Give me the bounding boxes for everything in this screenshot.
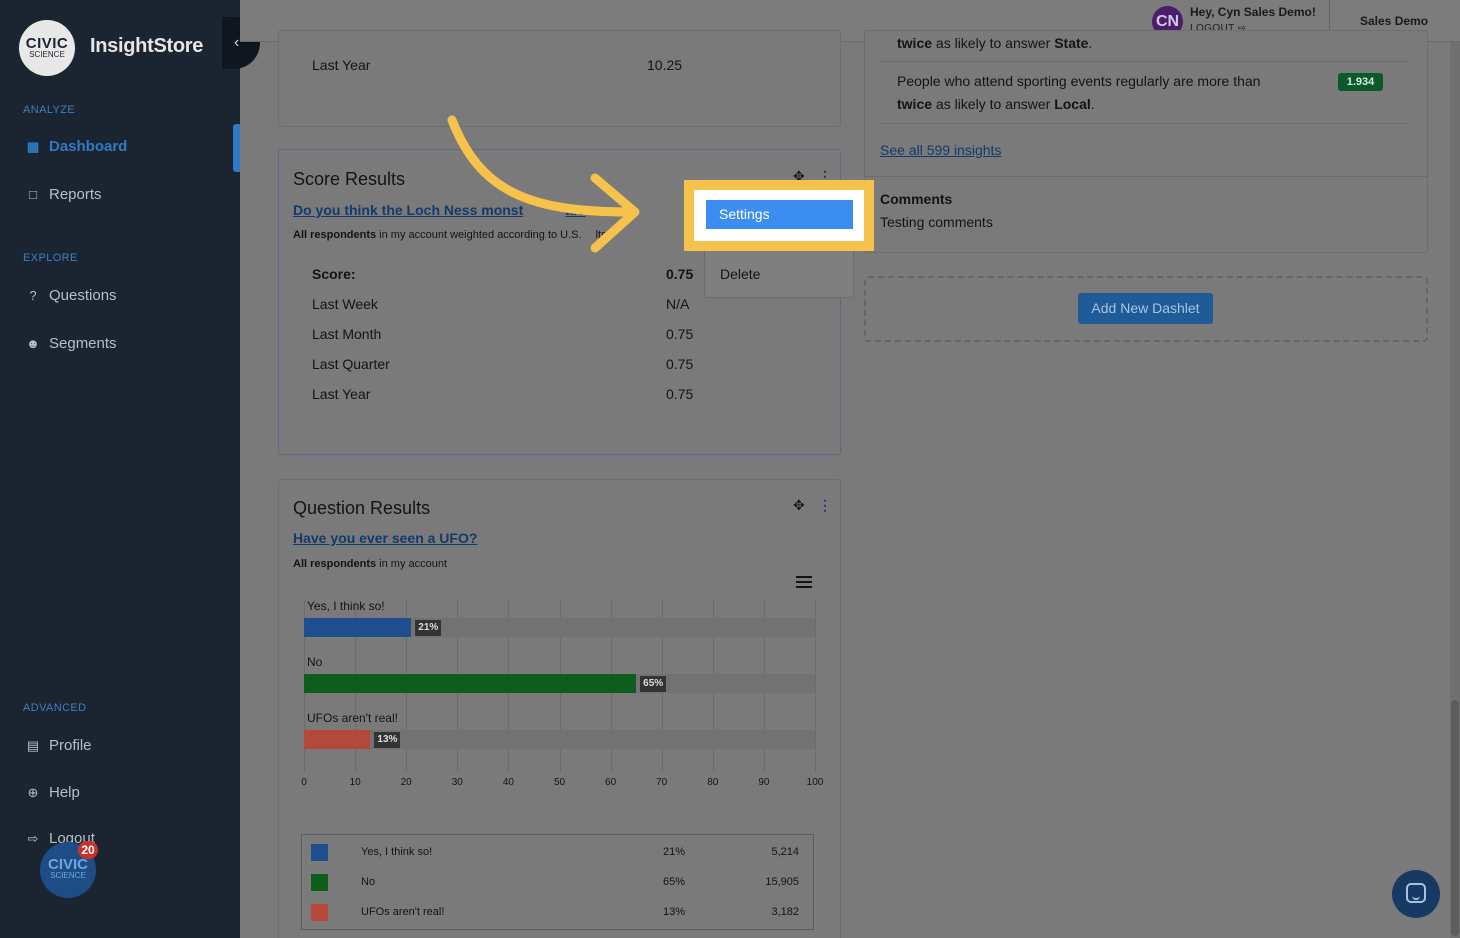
- sidebar-item-profile[interactable]: ▤ Profile: [25, 737, 92, 754]
- move-icon[interactable]: ✥: [793, 497, 805, 514]
- bar-category-label: UFOs aren't real!: [307, 711, 398, 725]
- table-row: No 65% 15,905: [302, 866, 813, 896]
- score-label: Score:: [312, 266, 356, 282]
- divider: [880, 61, 1410, 62]
- row-value: 10.25: [647, 57, 683, 73]
- x-tick-label: 0: [301, 777, 307, 788]
- menu-item-delete[interactable]: Delete: [720, 266, 760, 282]
- row-value: N/A: [666, 296, 690, 312]
- color-swatch: [311, 844, 328, 861]
- section-label-advanced: ADVANCED: [23, 702, 87, 714]
- x-tick-label: 10: [349, 777, 361, 788]
- respondents-note: All respondents in my account: [293, 558, 448, 570]
- color-swatch: [311, 904, 328, 921]
- row-value: 0.75: [666, 326, 694, 342]
- x-tick-label: 40: [502, 777, 514, 788]
- answer-count: 15,905: [765, 876, 799, 888]
- more-options-icon[interactable]: ⋮: [818, 497, 832, 514]
- x-tick-label: 90: [758, 777, 770, 788]
- table-row: UFOs aren't real! 13% 3,182: [302, 896, 813, 926]
- answer-label: Yes, I think so!: [361, 846, 433, 858]
- bar[interactable]: [304, 674, 637, 693]
- tutorial-arrow-icon: [447, 115, 640, 253]
- civic-science-logo[interactable]: CIVIC SCIENCE: [19, 20, 75, 76]
- brand-name: InsightStore: [90, 35, 204, 57]
- answer-count: 3,182: [771, 906, 799, 918]
- bar-category-label: Yes, I think so!: [307, 599, 385, 613]
- answer-label: No: [361, 876, 376, 888]
- bar-category-label: No: [307, 655, 323, 669]
- answer-percent: 13%: [663, 906, 686, 918]
- greeting: Hey, Cyn Sales Demo!: [1190, 5, 1316, 19]
- x-tick-label: 70: [656, 777, 668, 788]
- row-label: Last Year: [312, 386, 371, 402]
- sidebar-item-reports[interactable]: □ Reports: [25, 186, 101, 203]
- insight-item: twice as likely to answer State.: [897, 35, 1093, 51]
- row-value: 0.75: [666, 386, 694, 402]
- score-value: 0.75: [666, 266, 694, 282]
- chevron-left-icon: ‹: [234, 34, 240, 51]
- section-label-explore: EXPLORE: [23, 252, 78, 264]
- comments-text: Testing comments: [880, 214, 993, 230]
- sidebar-item-help[interactable]: ⊕ Help: [25, 784, 80, 801]
- bar-value-label: 13%: [374, 732, 401, 748]
- scrollbar-thumb[interactable]: [1451, 700, 1459, 936]
- lifebuoy-icon: ⊕: [27, 784, 39, 800]
- see-all-insights-link[interactable]: See all 599 insights: [880, 142, 1001, 158]
- x-tick-label: 30: [451, 777, 463, 788]
- results-table: Yes, I think so! 21% 5,214 No 65% 15,905 UFOs …: [301, 834, 814, 930]
- divider: [880, 123, 1410, 124]
- x-tick-label: 20: [400, 777, 412, 788]
- account-name[interactable]: Sales Demo: [1360, 14, 1428, 28]
- chart-menu-icon[interactable]: [796, 576, 812, 588]
- bar[interactable]: [304, 730, 371, 749]
- row-label: Last Year: [312, 57, 371, 73]
- answer-count: 5,214: [771, 846, 799, 858]
- chart-gridline: [815, 600, 816, 772]
- divider: [864, 176, 1428, 177]
- x-tick-label: 50: [553, 777, 566, 788]
- insight-item: People who attend sporting events regula…: [897, 73, 1261, 112]
- chat-launcher-button[interactable]: [1392, 870, 1440, 918]
- comments-title: Comments: [880, 191, 953, 207]
- x-tick-label: 60: [605, 777, 617, 788]
- row-label: Last Week: [312, 296, 378, 312]
- active-indicator: [233, 124, 240, 172]
- sidebar-item-dashboard[interactable]: ▦ Dashboard: [25, 138, 128, 155]
- x-tick-label: 80: [707, 777, 719, 788]
- table-row: Yes, I think so! 21% 5,214: [302, 836, 813, 866]
- document-icon: □: [29, 186, 37, 202]
- dashboard-icon: ▦: [26, 138, 40, 154]
- dashlet-title: Question Results: [293, 498, 431, 518]
- logout-icon: ⇨: [27, 830, 39, 846]
- add-new-dashlet-button[interactable]: Add New Dashlet: [1078, 293, 1213, 324]
- question-icon: ?: [29, 287, 37, 303]
- bar-value-label: 21%: [415, 620, 442, 636]
- segments-icon: ☻: [26, 335, 40, 351]
- answer-label: UFOs aren't real!: [361, 906, 445, 918]
- row-label: Last Month: [312, 326, 382, 342]
- bar[interactable]: [304, 618, 412, 637]
- sidebar-item-segments[interactable]: ☻ Segments: [25, 335, 116, 352]
- question-link[interactable]: Have you ever seen a UFO?: [293, 530, 477, 546]
- color-swatch: [311, 874, 328, 891]
- id-card-icon: ▤: [26, 737, 40, 753]
- insight-score-badge: 1.934: [1338, 73, 1383, 91]
- answer-percent: 21%: [663, 846, 686, 858]
- row-value: 0.75: [666, 356, 694, 372]
- question-results-chart: 0 10 20 30 40 50 60 70 80 90 100 Yes, I think so! 21…: [300, 598, 823, 798]
- notification-badge: 20: [78, 841, 98, 859]
- dashlet-title: Score Results: [293, 169, 406, 189]
- x-tick-label: 100: [806, 777, 824, 788]
- section-label-analyze: ANALYZE: [23, 104, 76, 116]
- chat-icon: [1406, 883, 1426, 903]
- bar-value-label: 65%: [640, 676, 667, 692]
- sidebar-item-questions[interactable]: ? Questions: [25, 287, 116, 304]
- row-label: Last Quarter: [312, 356, 390, 372]
- menu-item-settings[interactable]: Settings: [706, 200, 853, 229]
- answer-percent: 65%: [663, 876, 686, 888]
